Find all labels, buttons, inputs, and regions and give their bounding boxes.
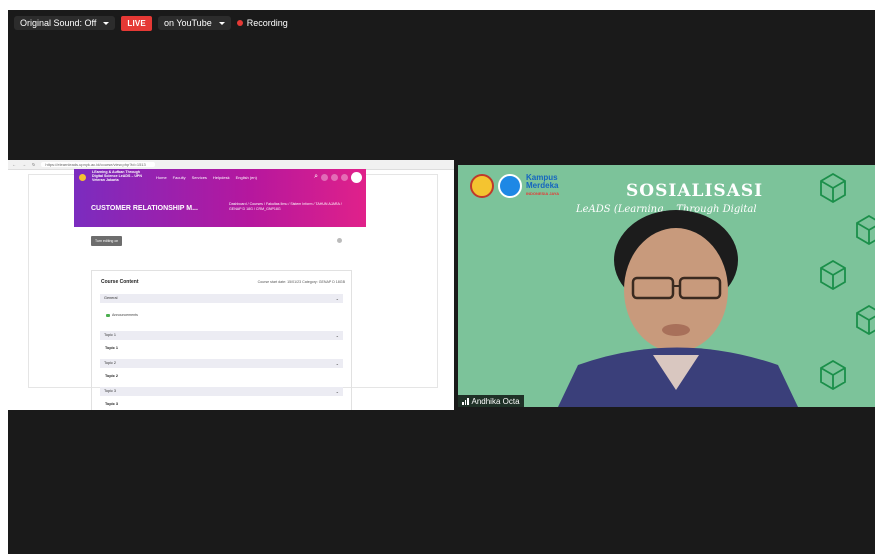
nav-home[interactable]: Home: [156, 175, 167, 180]
nav-language[interactable]: English (en): [236, 175, 257, 180]
recording-label: Recording: [246, 18, 288, 28]
chevron-down-icon[interactable]: ⌄: [336, 387, 339, 396]
breadcrumb[interactable]: Dashboard / Courses / Fakultas Ilmu / Si…: [229, 202, 349, 212]
message-icon[interactable]: [331, 173, 338, 181]
live-stream-control[interactable]: LIVE: [121, 15, 152, 31]
cube-outline-icon: [820, 173, 846, 203]
kampus-line-2: Merdeka: [526, 181, 559, 190]
announcements-link[interactable]: Announcements: [106, 313, 138, 317]
address-bar[interactable]: https://elearnleads.upnyk.ac.id/course/v…: [41, 162, 156, 167]
record-dot-icon: [236, 20, 243, 26]
nav-faculty[interactable]: Faculty: [173, 175, 186, 180]
course-meta: Course start date: 15/01/23 Category: GE…: [257, 280, 345, 284]
nav-services[interactable]: Services: [192, 175, 207, 180]
section-topic-2[interactable]: Topic 2 ⌄: [100, 359, 343, 368]
zoom-window: Original Sound: Off LIVE on YouTube Reco…: [8, 10, 875, 554]
settings-icon[interactable]: [341, 173, 348, 181]
chevron-down-icon[interactable]: [103, 21, 110, 25]
original-sound-toggle[interactable]: Original Sound: Off: [14, 16, 116, 30]
original-sound-label: Original Sound: Off: [20, 18, 97, 28]
participant-name: Andhika Octa: [471, 396, 520, 406]
nav-helpdesk[interactable]: Helpdesk: [213, 175, 230, 180]
recording-indicator[interactable]: Recording: [236, 18, 288, 28]
section-label: Topic 1: [104, 333, 117, 337]
section-topic-3[interactable]: Topic 3 ⌄: [100, 387, 343, 396]
avatar[interactable]: [351, 171, 362, 183]
speaker-silhouette: [558, 210, 798, 407]
sponsor-logos: Kampus Merdeka INDONESIA JAYA: [470, 174, 559, 198]
chevron-down-icon[interactable]: ⌄: [336, 294, 339, 303]
course-content-panel: Course Content Course start date: 15/01/…: [91, 270, 352, 410]
meeting-topbar: Original Sound: Off LIVE on YouTube Reco…: [14, 14, 288, 32]
stream-target-label: on YouTube: [163, 18, 212, 28]
chevron-down-icon[interactable]: ⌄: [336, 359, 339, 368]
kampus-merdeka-logo: Kampus Merdeka INDONESIA JAYA: [526, 174, 559, 198]
cube-outline-icon: [820, 360, 846, 390]
topic-title: Topic 3: [105, 402, 119, 406]
forum-icon: [106, 313, 110, 317]
course-title: CUSTOMER RELATIONSHIP M...: [91, 205, 198, 212]
topic-title: Topic 1: [105, 346, 119, 350]
back-icon[interactable]: ←: [12, 162, 16, 167]
announcements-label: Announcements: [112, 313, 138, 317]
kampus-line-3: INDONESIA JAYA: [526, 191, 560, 196]
reload-icon[interactable]: ↻: [32, 162, 35, 167]
cube-outline-icon: [820, 260, 846, 290]
course-content-heading: Course Content: [101, 279, 139, 285]
signal-strength-icon: [462, 397, 469, 405]
live-badge: LIVE: [121, 15, 152, 31]
chevron-down-icon[interactable]: [218, 21, 225, 25]
chevron-down-icon[interactable]: ⌄: [336, 331, 339, 340]
cube-outline-icon: [856, 215, 875, 245]
section-topic-1[interactable]: Topic 1 ⌄: [100, 331, 343, 340]
participant-video[interactable]: Kampus Merdeka INDONESIA JAYA SOSIALISAS…: [458, 165, 875, 407]
section-general[interactable]: General ⌄: [100, 294, 343, 303]
forward-icon[interactable]: →: [22, 162, 26, 167]
gear-icon[interactable]: [337, 238, 342, 243]
shared-screen[interactable]: ← → ↻ https://elearnleads.upnyk.ac.id/co…: [8, 160, 454, 410]
section-label: General: [104, 296, 118, 300]
section-label: Topic 2: [104, 361, 117, 365]
university-seal-icon: [470, 174, 494, 198]
stream-target-dropdown[interactable]: on YouTube: [157, 16, 231, 30]
topic-title: Topic 2: [105, 374, 119, 378]
university-logo-icon[interactable]: [79, 173, 86, 181]
ministry-logo-icon: [498, 174, 522, 198]
site-brand[interactable]: LEarning & Aufban Through Digital Scienc…: [92, 170, 150, 182]
turn-editing-button[interactable]: Turn editing on: [91, 236, 123, 246]
search-icon[interactable]: ⌕: [314, 173, 318, 181]
course-header: LEarning & Aufban Through Digital Scienc…: [74, 169, 366, 227]
notification-icon[interactable]: [321, 173, 328, 181]
cube-outline-icon: [856, 305, 875, 335]
section-label: Topic 3: [104, 389, 117, 393]
site-navbar: LEarning & Aufban Through Digital Scienc…: [79, 170, 362, 183]
participant-name-tag: Andhika Octa: [458, 395, 524, 407]
